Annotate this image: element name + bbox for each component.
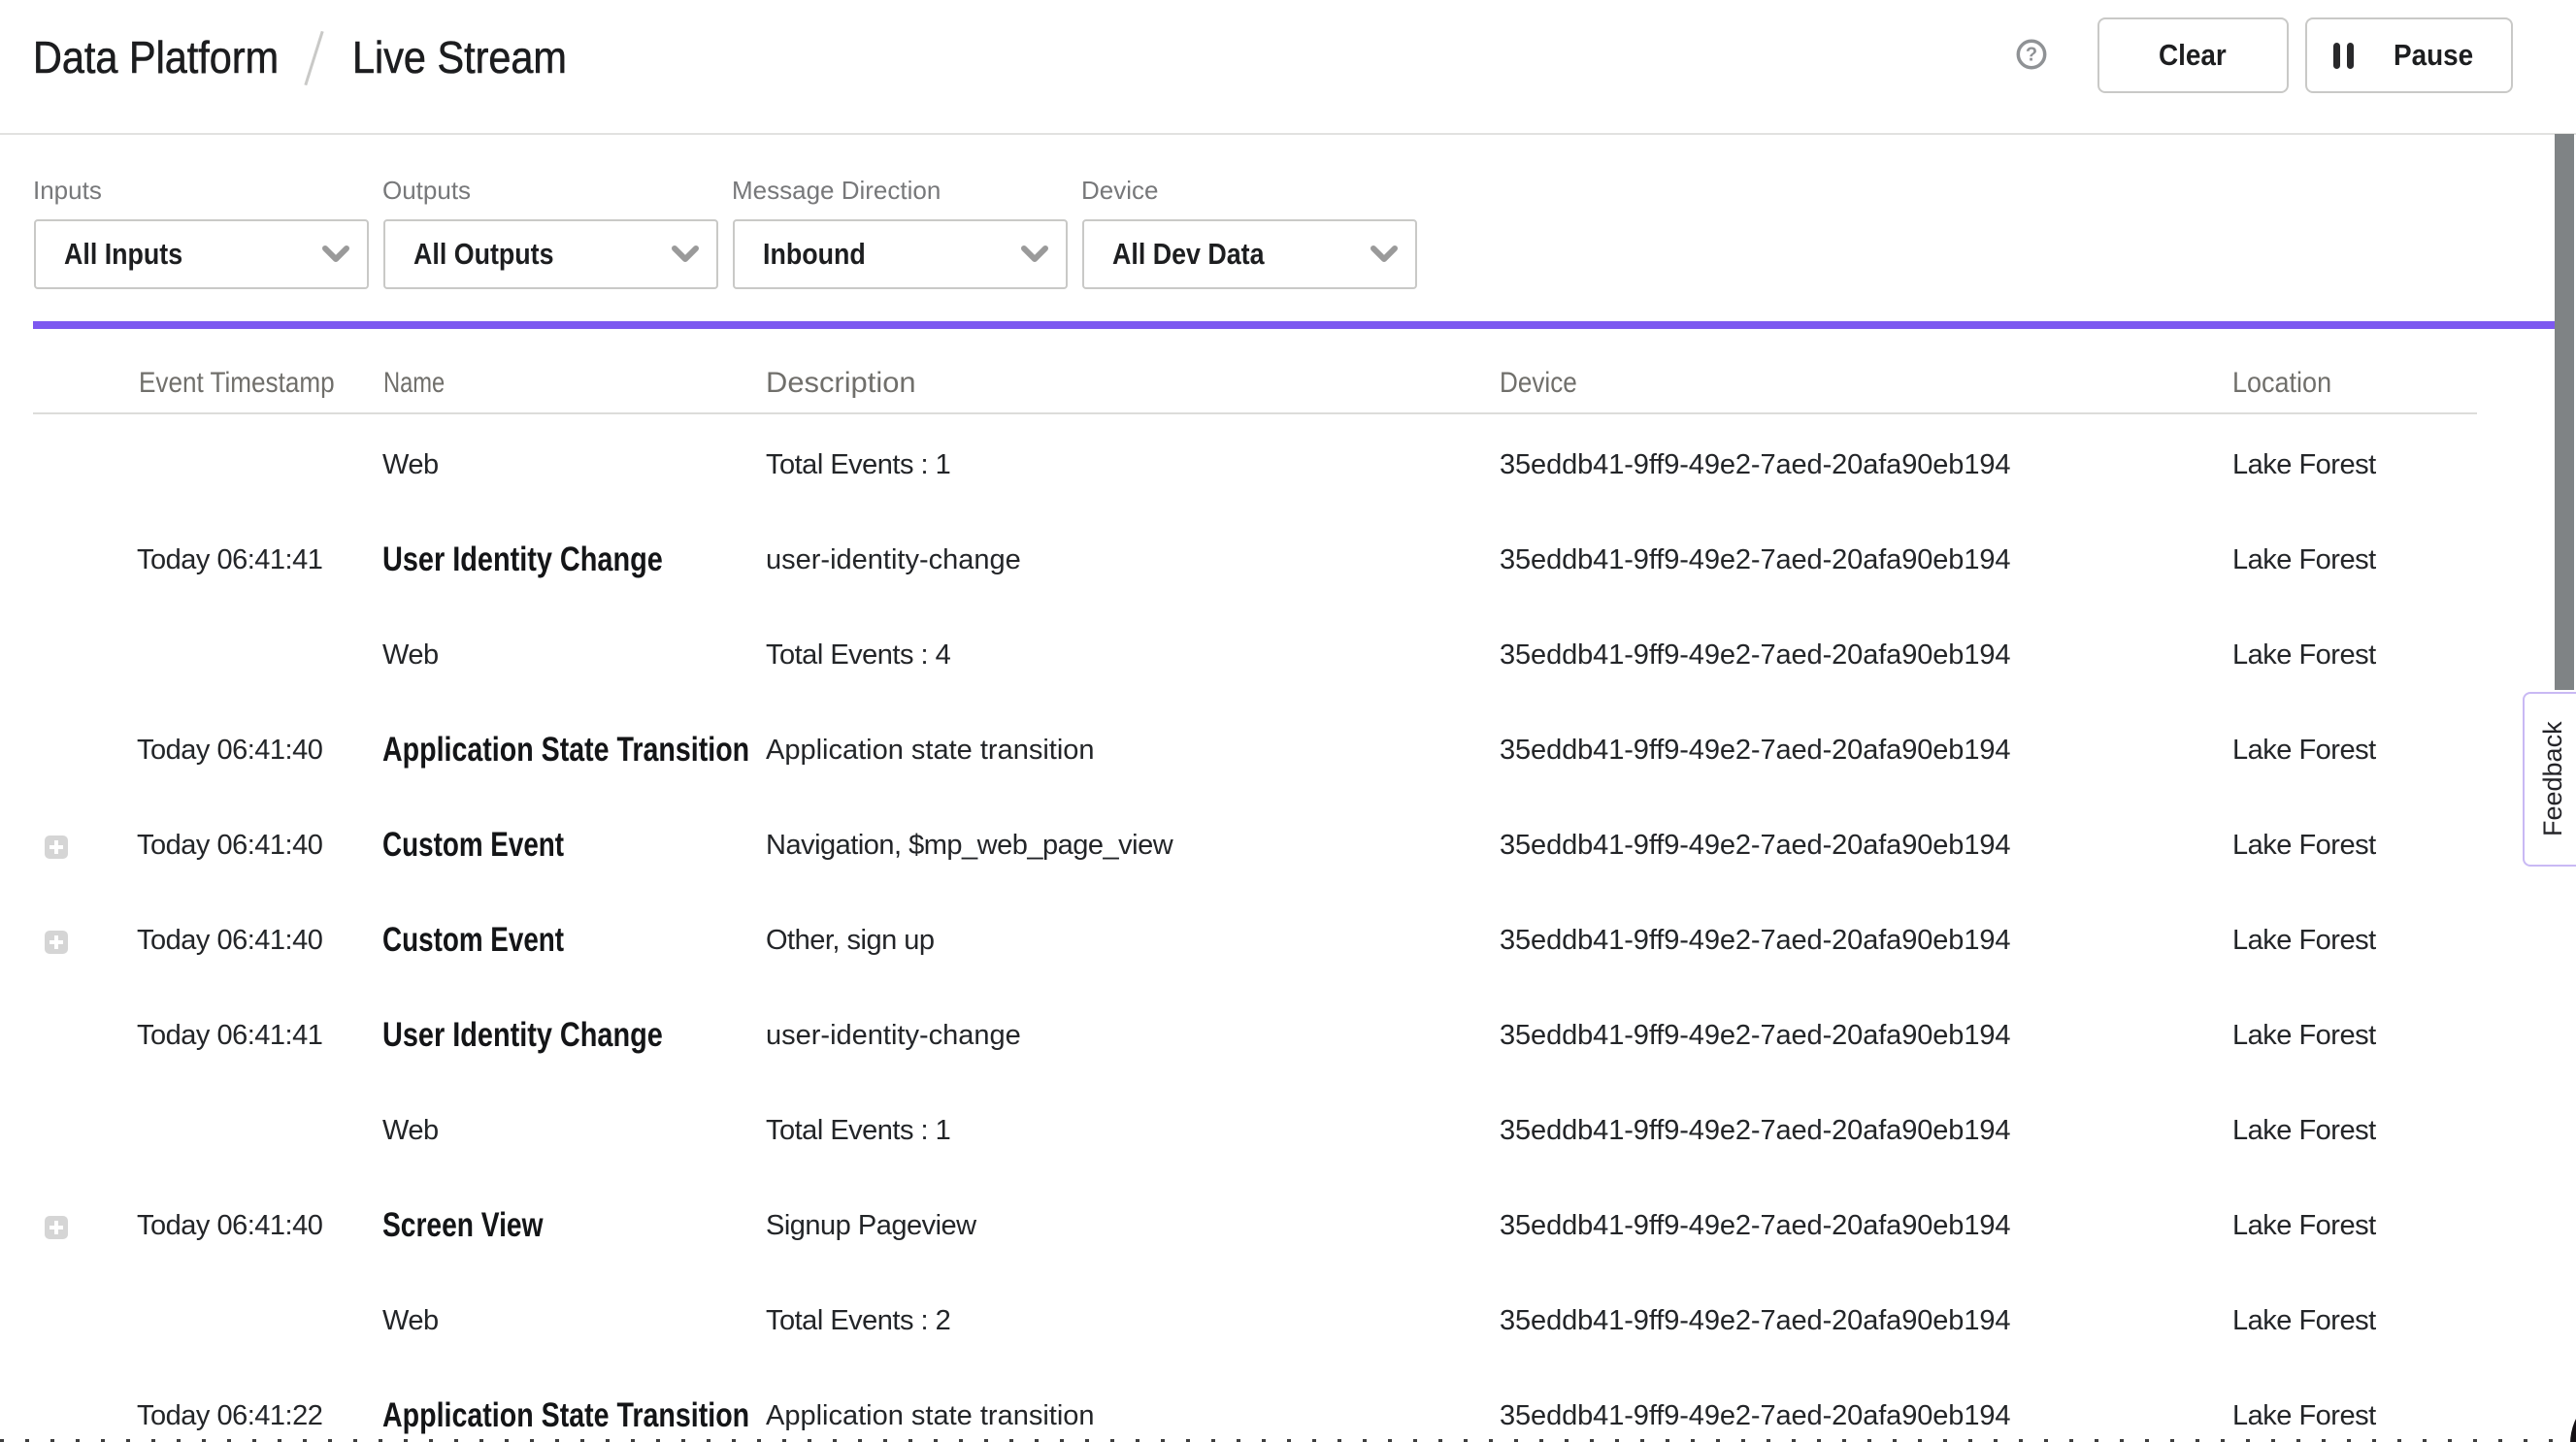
svg-text:?: ? [2026,45,2037,66]
